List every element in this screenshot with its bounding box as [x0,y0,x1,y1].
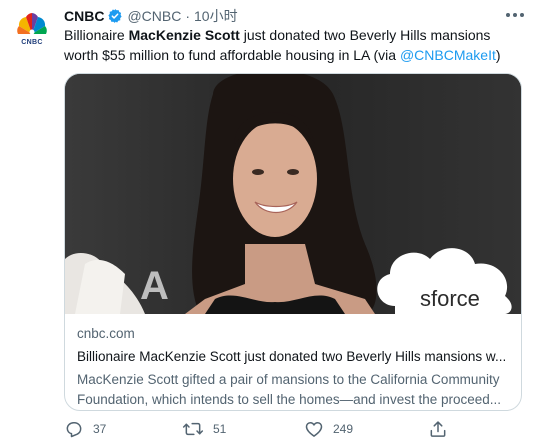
logo-caption: CNBC [21,39,43,46]
share-icon [430,421,446,437]
tweet-text-end: ) [495,47,501,63]
reply-button[interactable]: 37 [64,418,106,440]
like-count: 249 [333,422,354,436]
avatar[interactable]: CNBC [14,10,50,46]
mention-link[interactable]: @CNBCMakeIt [400,47,496,63]
card-domain: cnbc.com [77,326,135,341]
tweet[interactable]: CNBC CNBC @CNBC · 10小时 Billionaire MacKe… [0,0,540,444]
more-icon[interactable] [506,7,524,23]
peacock-logo-icon [17,13,47,35]
tweet-timestamp[interactable]: 10小时 [194,6,238,26]
svg-text:A: A [140,264,169,308]
verified-badge-icon [107,8,123,24]
tweet-header: CNBC @CNBC · 10小时 [64,6,238,26]
retweet-icon [182,422,204,436]
account-handle[interactable]: @CNBC [127,8,181,24]
retweet-button[interactable]: 51 [182,418,226,440]
like-button[interactable]: 249 [304,418,353,440]
card-title[interactable]: Billionaire MacKenzie Scott just donated… [77,347,509,367]
reply-icon [66,422,82,438]
action-bar: 37 51 249 [64,418,504,440]
tweet-text-start: Billionaire [64,27,129,43]
like-icon [305,422,323,437]
separator-dot: · [185,8,191,24]
card-description: MacKenzie Scott gifted a pair of mansion… [77,372,502,407]
link-card[interactable]: A sforce cnbc.com Billionaire MacKenzie … [64,73,522,411]
account-name[interactable]: CNBC [64,8,104,24]
retweet-count: 51 [213,422,227,436]
tweet-text-bold: MacKenzie Scott [128,27,240,43]
backdrop-text: sforce [420,286,480,311]
tweet-text: Billionaire MacKenzie Scott just donated… [64,25,524,65]
card-meta: cnbc.com Billionaire MacKenzie Scott jus… [77,324,509,410]
card-image[interactable]: A sforce [65,74,521,314]
reply-count: 37 [93,422,107,436]
share-button[interactable] [428,418,448,440]
